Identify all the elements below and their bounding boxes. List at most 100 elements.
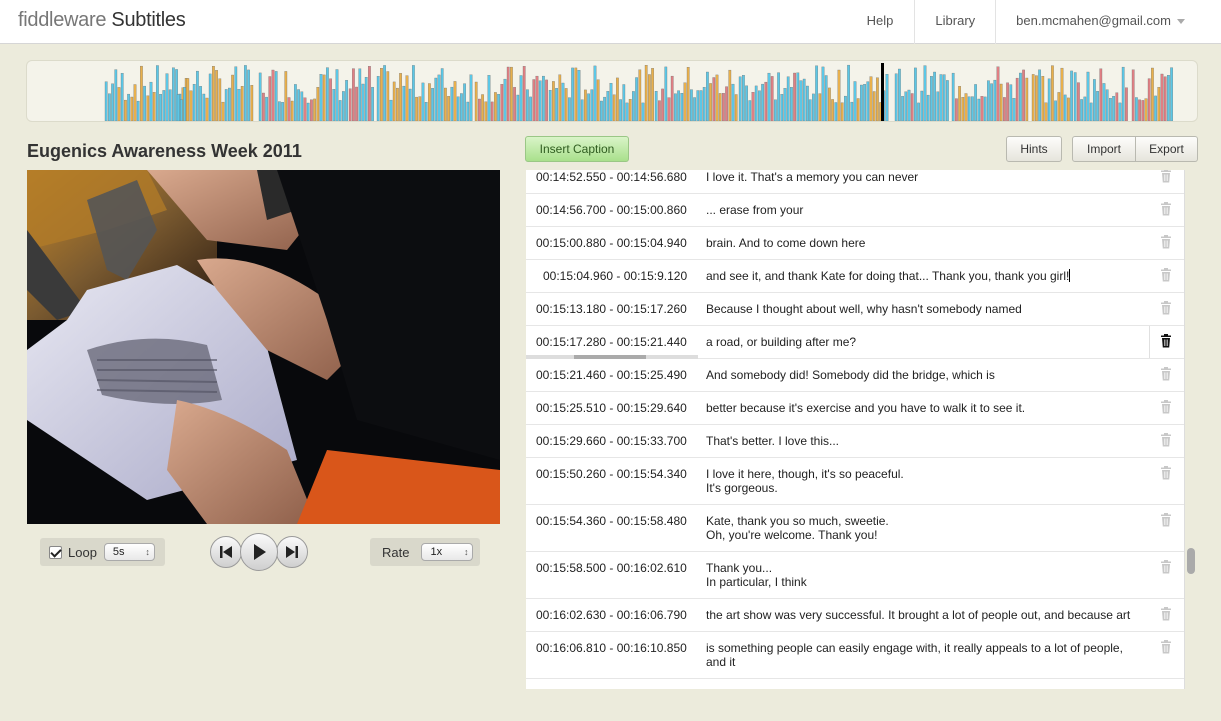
previous-button[interactable] [210,536,242,568]
caption-row[interactable]: 00:15:54.360 - 00:15:58.480 Kate, thank y… [526,505,1184,552]
caption-text[interactable]: better because it's exercise and you hav… [706,401,1146,415]
trash-icon[interactable] [1160,367,1172,381]
caption-timecode[interactable]: 00:15:00.880 - 00:15:04.940 [536,236,701,250]
caption-row[interactable]: 00:15:17.280 - 00:15:21.440 a road, or bu… [526,326,1184,359]
timeline-bar [780,94,784,121]
caption-timecode[interactable]: 00:15:25.510 - 00:15:29.640 [536,401,701,415]
nav-library-link[interactable]: Library [914,0,995,44]
caption-text[interactable]: brain. And to come down here [706,236,1146,250]
trash-icon[interactable] [1160,202,1172,216]
timeline-bar [221,101,225,121]
caption-timecode[interactable]: 00:15:17.280 - 00:15:21.440 [536,335,701,349]
timeline-bar [281,102,284,121]
timeline-bar [638,69,642,121]
timeline-bar [408,88,412,121]
caption-timecode[interactable]: 00:15:13.180 - 00:15:17.260 [536,302,701,316]
playhead-marker[interactable] [881,63,884,121]
caption-timecode[interactable]: 00:15:58.500 - 00:16:02.610 [536,561,701,575]
caption-text[interactable]: ... erase from your [706,203,1146,217]
trash-icon[interactable] [1160,268,1172,282]
trash-icon[interactable] [1160,170,1172,183]
video-player[interactable] [27,170,500,524]
caption-list-scrollbar[interactable] [1187,548,1195,574]
timeline-bar [568,97,571,121]
caption-timeline-waveform[interactable] [26,60,1198,122]
hints-button[interactable]: Hints [1006,136,1062,162]
app-brand[interactable]: fiddleware Subtitles [18,9,186,32]
caption-row[interactable]: 00:16:06.810 - 00:16:10.850 is something … [526,632,1184,679]
timeline-bar [996,66,1000,121]
caption-text[interactable]: Thank you... In particular, I think [706,561,1146,589]
caption-text[interactable]: Because I thought about well, why hasn't… [706,302,1146,316]
timeline-bar [850,101,854,121]
caption-text[interactable]: That's better. I love this... [706,434,1146,448]
caption-timecode[interactable]: 00:15:04.960 - 00:15:9.120 [543,269,708,283]
trash-icon[interactable] [1160,607,1172,621]
caption-text[interactable]: Kate, thank you so much, sweetie. Oh, you… [706,514,1146,542]
timeline-bar [964,93,968,121]
caption-timecode[interactable]: 00:15:54.360 - 00:15:58.480 [536,514,701,528]
export-button[interactable]: Export [1136,136,1198,162]
trash-icon[interactable] [1160,560,1172,574]
timeline-bar [506,66,510,121]
timeline-bar [853,81,857,121]
trash-icon[interactable] [1160,466,1172,480]
caption-row[interactable]: 00:15:00.880 - 00:15:04.940 brain. And to… [526,227,1184,260]
timeline-bar [1125,87,1128,121]
trash-icon[interactable] [1160,334,1172,348]
loop-duration-select[interactable]: 5s [103,543,155,561]
chevron-down-icon [1177,19,1185,25]
caption-timecode[interactable]: 00:15:21.460 - 00:15:25.490 [536,368,701,382]
caption-timecode[interactable]: 00:15:50.260 - 00:15:54.340 [536,467,701,481]
caption-timecode[interactable]: 00:15:29.660 - 00:15:33.700 [536,434,701,448]
caption-timecode[interactable]: 00:14:52.550 - 00:14:56.680 [536,170,701,184]
nav-help-link[interactable]: Help [846,0,915,44]
user-menu[interactable]: ben.mcmahen@gmail.com [995,0,1221,44]
caption-text-line: Because I thought about well, why hasn't… [706,302,1022,316]
trash-icon[interactable] [1160,433,1172,447]
caption-row[interactable]: 00:15:04.960 - 00:15:9.120 and see it, an… [526,260,1184,293]
trash-icon[interactable] [1160,400,1172,414]
timeline-bar [686,67,690,121]
trash-icon[interactable] [1160,513,1172,527]
caption-row[interactable]: 00:15:58.500 - 00:16:02.610 Thank you... I… [526,552,1184,599]
rate-select[interactable]: 1x [421,543,474,561]
timeline-bar [450,86,454,121]
caption-timecode[interactable]: 00:16:06.810 - 00:16:10.850 [536,641,701,655]
caption-row[interactable]: 00:14:56.700 - 00:15:00.860 ... erase fro… [526,194,1184,227]
caption-row[interactable]: 00:14:52.550 - 00:14:56.680 I love it. Th… [526,170,1184,194]
trash-icon[interactable] [1160,301,1172,315]
caption-text[interactable]: a road, or building after me? [706,335,1146,349]
import-button[interactable]: Import [1072,136,1136,162]
timeline-bar [876,77,879,121]
caption-timecode[interactable]: 00:16:02.630 - 00:16:06.790 [536,608,701,622]
timeline-bar [1093,79,1096,121]
caption-list[interactable]: 00:14:52.550 - 00:14:56.680 I love it. Th… [526,170,1185,689]
caption-text[interactable]: I love it here, though, it's so peaceful… [706,467,1146,495]
caption-row[interactable]: 00:16:02.630 - 00:16:06.790 the art show … [526,599,1184,632]
caption-text[interactable]: the art show was very successful. It bro… [706,608,1146,622]
next-button[interactable] [276,536,308,568]
trash-icon[interactable] [1160,640,1172,654]
caption-row[interactable]: 00:15:21.460 - 00:15:25.490 And somebody … [526,359,1184,392]
timeline-bar [628,99,632,121]
timeline-bar [250,85,254,121]
caption-row[interactable]: 00:15:50.260 - 00:15:54.340 I love it her… [526,458,1184,505]
timeline-bar [108,93,111,121]
timeline-bar [860,84,863,121]
timeline-bar [658,100,661,121]
loop-checkbox[interactable] [49,545,62,559]
caption-text[interactable]: And somebody did! Somebody did the bridg… [706,368,1146,382]
caption-timecode[interactable]: 00:14:56.700 - 00:15:00.860 [536,203,701,217]
caption-row[interactable]: 00:15:25.510 - 00:15:29.640 better becaus… [526,392,1184,425]
timeline-bar [146,95,150,121]
timeline-bar [808,99,812,121]
play-button[interactable] [240,533,278,571]
caption-row[interactable]: 00:15:29.660 - 00:15:33.700 That's better… [526,425,1184,458]
trash-icon[interactable] [1160,235,1172,249]
caption-text[interactable]: I love it. That's a memory you can never [706,170,1146,184]
caption-text[interactable]: is something people can easily engage wi… [706,641,1146,669]
caption-row[interactable]: 00:15:13.180 - 00:15:17.260 Because I tho… [526,293,1184,326]
caption-text[interactable]: and see it, and thank Kate for doing tha… [706,269,1146,283]
insert-caption-button[interactable]: Insert Caption [525,136,629,162]
